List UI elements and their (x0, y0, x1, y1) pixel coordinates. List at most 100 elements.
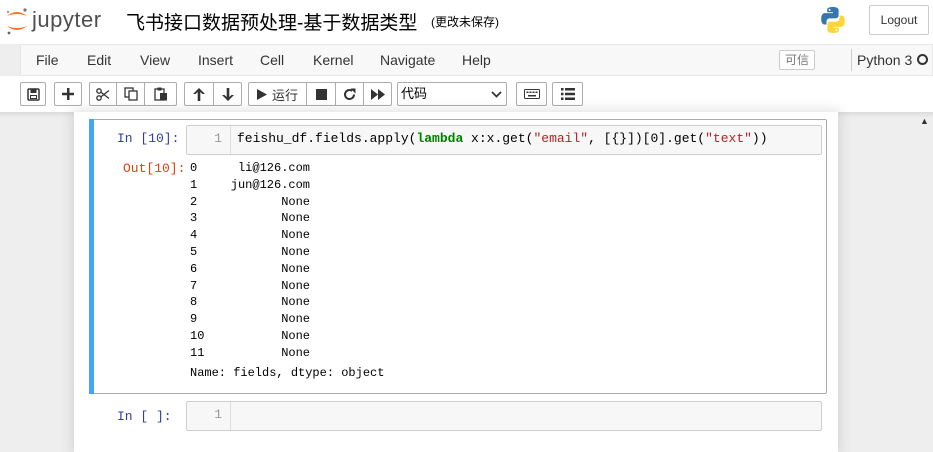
output-index: 11 (190, 345, 205, 360)
save-icon (26, 87, 40, 101)
restart-button[interactable] (335, 82, 364, 106)
code-keyword: lambda (416, 131, 464, 146)
save-status: (更改未保存) (431, 15, 499, 29)
menu-file[interactable]: File (36, 45, 59, 75)
kernel-idle-indicator-icon (917, 54, 928, 65)
line-number: 1 (214, 131, 222, 146)
line-gutter: 1 (187, 126, 231, 154)
restart-icon (344, 88, 356, 100)
copy-button[interactable] (116, 82, 145, 106)
command-palette-button[interactable] (516, 82, 547, 106)
logout-button[interactable]: Logout (869, 5, 929, 35)
output-value: jun@126.com (230, 177, 310, 192)
kernel-divider (851, 49, 852, 71)
toc-button[interactable] (552, 82, 583, 106)
output-index: 5 (190, 244, 198, 259)
output-row: 11 None (190, 345, 310, 362)
menubar: File Edit View Insert Cell Kernel Naviga… (20, 44, 933, 76)
menu-edit[interactable]: Edit (87, 45, 111, 75)
jupyter-logo-icon (6, 8, 27, 35)
output-value: None (281, 295, 310, 310)
output-row: 8 None (190, 294, 310, 311)
python-logo-icon (818, 5, 848, 35)
output-value: None (281, 211, 310, 226)
output-value: None (281, 194, 310, 209)
notebook-title[interactable]: 飞书接口数据预处理-基于数据类型 (126, 8, 417, 35)
output-value: None (281, 328, 310, 343)
output-row: 6 None (190, 261, 310, 278)
output-row: 1 jun@126.com (190, 177, 310, 194)
output-index: 7 (190, 278, 198, 293)
output-value: None (281, 278, 310, 293)
menu-cell[interactable]: Cell (260, 45, 284, 75)
output-row: 5 None (190, 244, 310, 261)
output-series: 0 li@126.com 1 jun@126.com 2 None 3 None 4 None 5 N… (190, 160, 310, 362)
output-value: None (281, 244, 310, 259)
line-gutter: 1 (187, 402, 231, 430)
selected-cell-indicator (89, 119, 94, 394)
move-down-button[interactable] (213, 82, 242, 106)
run-icon (257, 88, 267, 100)
output-value: None (281, 312, 310, 327)
output-row: 9 None (190, 311, 310, 328)
cell-type-select[interactable]: 代码 (397, 82, 507, 106)
copy-icon (123, 87, 138, 101)
code-input[interactable]: 1 feishu_df.fields.apply(lambda x:x.get(… (186, 125, 822, 155)
paste-button[interactable] (144, 82, 177, 106)
arrow-up-icon (193, 87, 205, 101)
output-index: 6 (190, 261, 198, 276)
toolbar: 运行 代码 (0, 76, 933, 112)
jupyter-logo[interactable]: jupyter (4, 6, 114, 36)
kernel-name[interactable]: Python 3 (857, 45, 912, 75)
output-index: 9 (190, 312, 198, 327)
menu-navigate[interactable]: Navigate (380, 45, 435, 75)
restart-run-all-button[interactable] (363, 82, 392, 106)
output-row: 2 None (190, 194, 310, 211)
code-string: "email" (533, 131, 589, 146)
output-row: 7 None (190, 278, 310, 295)
code-cell[interactable]: In [10]: 1 feishu_df.fields.apply(lambda… (89, 119, 827, 394)
output-value: None (281, 261, 310, 276)
run-button[interactable]: 运行 (248, 82, 307, 106)
list-icon (560, 88, 575, 100)
empty-code-cell[interactable]: In [ ]: 1 (89, 397, 827, 437)
insert-cell-button[interactable] (54, 82, 82, 106)
cut-button[interactable] (89, 82, 117, 106)
interrupt-button[interactable] (306, 82, 336, 106)
scroll-up-arrow-icon[interactable]: ▲ (920, 116, 929, 126)
cell-type-value: 代码 (401, 86, 428, 101)
code-input[interactable]: 1 (186, 401, 822, 431)
output-index: 2 (190, 194, 198, 209)
in-prompt: In [ ]: (117, 409, 172, 424)
jupyter-wordmark: jupyter (32, 7, 102, 32)
output-index: 8 (190, 295, 198, 310)
menu-help[interactable]: Help (462, 45, 491, 75)
run-label: 运行 (272, 87, 299, 103)
output-value: None (281, 228, 310, 243)
output-index: 0 (190, 161, 198, 175)
plus-icon (62, 88, 74, 100)
header: jupyter 飞书接口数据预处理-基于数据类型 (更改未保存) Logout (0, 0, 933, 44)
output-index: 1 (190, 177, 198, 192)
save-button[interactable] (20, 82, 46, 106)
in-prompt: In [10]: (117, 131, 180, 146)
code-string: "text" (705, 131, 752, 146)
output-index: 10 (190, 328, 205, 343)
output-value: li@126.com (237, 161, 310, 175)
menu-view[interactable]: View (140, 45, 170, 75)
line-number: 1 (214, 407, 222, 422)
menu-insert[interactable]: Insert (198, 45, 233, 75)
output-value: None (281, 345, 310, 360)
output-footer: Name: fields, dtype: object (190, 366, 385, 380)
scissors-icon (96, 87, 110, 101)
output-row: 3 None (190, 210, 310, 227)
output-index: 4 (190, 228, 198, 243)
fast-forward-icon (370, 88, 385, 100)
menu-kernel[interactable]: Kernel (313, 45, 353, 75)
move-up-button[interactable] (184, 82, 214, 106)
paste-icon (153, 87, 167, 101)
output-row: 4 None (190, 227, 310, 244)
trusted-badge[interactable]: 可信 (779, 50, 815, 70)
code-text[interactable]: feishu_df.fields.apply(lambda x:x.get("e… (237, 131, 768, 146)
arrow-down-icon (221, 87, 234, 101)
